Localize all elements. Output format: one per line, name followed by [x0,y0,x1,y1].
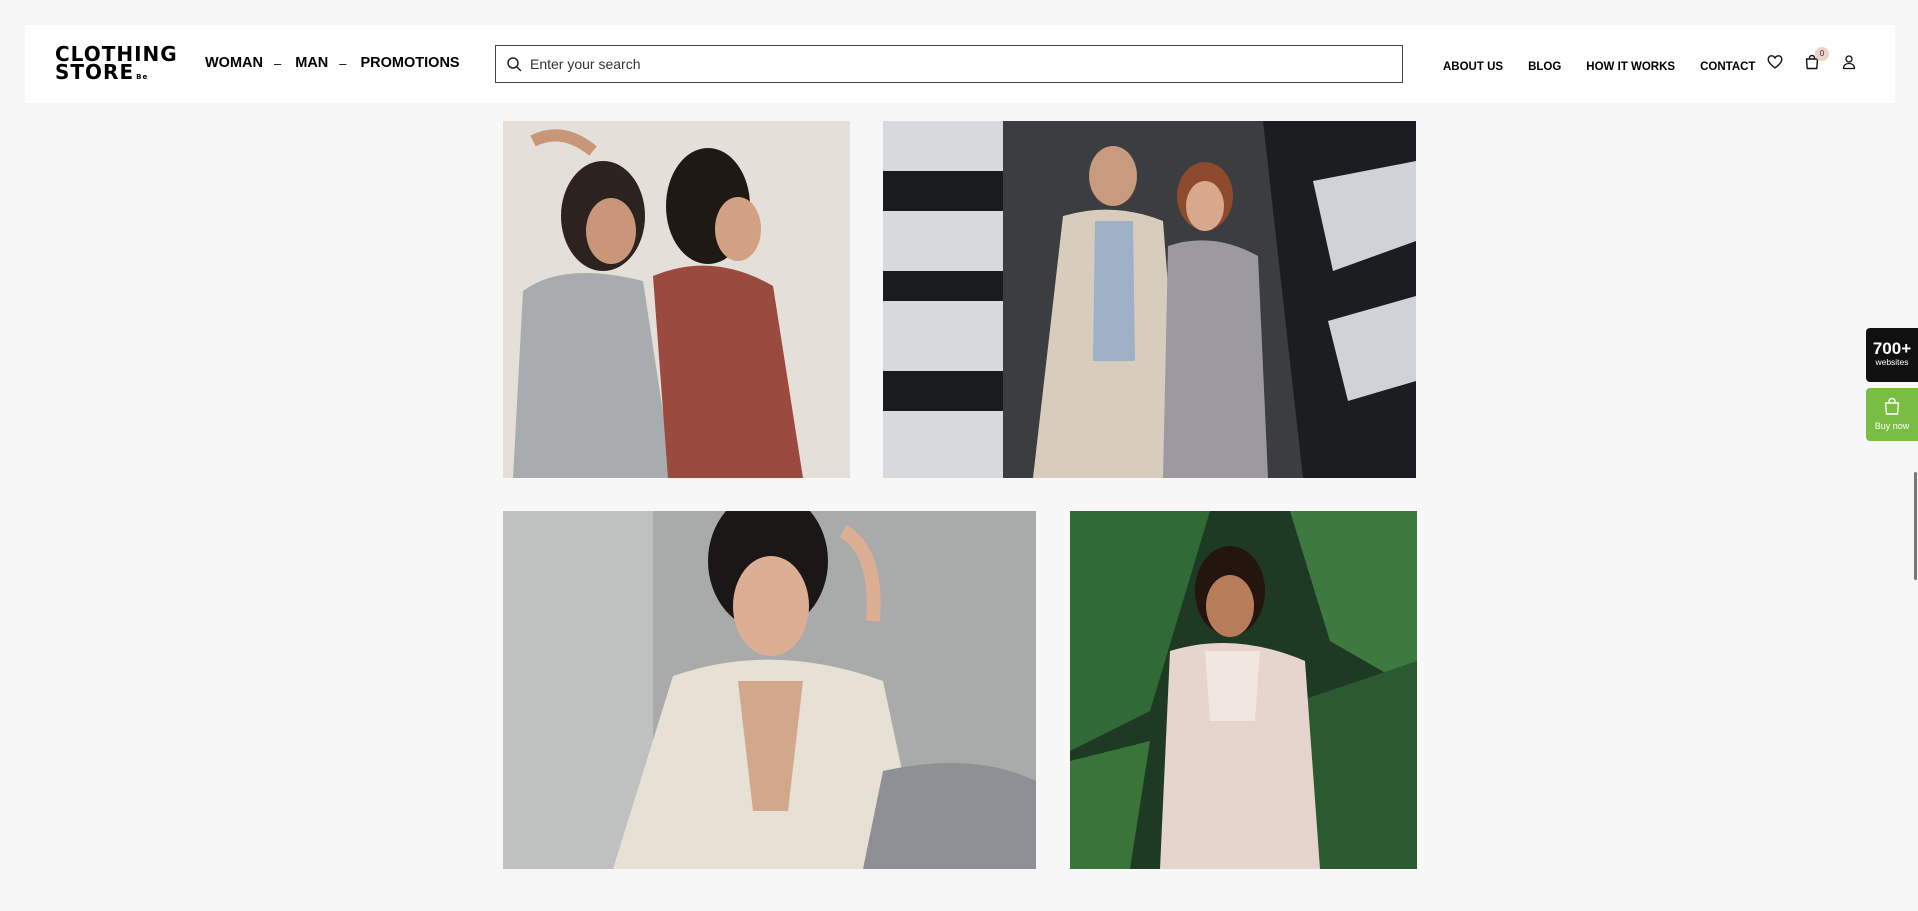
wishlist-button[interactable] [1765,51,1785,73]
nav-item-promotions[interactable]: PROMOTIONS [361,55,460,71]
photo-couple-in-trench-coats [883,121,1416,478]
page-scrollbar[interactable] [1914,472,1917,580]
search-icon[interactable] [506,56,522,72]
user-icon [1842,55,1856,70]
nav-link-blog[interactable]: BLOG [1528,61,1561,73]
nav-link-how-it-works[interactable]: HOW IT WORKS [1586,61,1675,73]
gallery-image-palm-leaves[interactable] [1070,511,1417,869]
main-nav: WOMAN – MAN – PROMOTIONS [205,55,460,71]
brand-suffix: Be [136,73,149,82]
submenu-indicator: – [339,55,347,71]
buy-now-label: Buy now [1874,421,1910,431]
websites-count-widget[interactable]: 700+ websites [1866,328,1918,382]
account-button[interactable] [1839,51,1859,73]
gallery-image-couple[interactable] [883,121,1416,478]
gallery-image-white-denim[interactable] [503,511,1036,869]
submenu-indicator: – [274,55,282,71]
nav-item-man[interactable]: MAN – [295,55,360,71]
heart-icon [1767,55,1783,69]
shopping-bag-icon [1884,397,1900,415]
site-header: CLOTHING STORE Be WOMAN – MAN – PROMOTION… [25,25,1895,103]
nav-link-about-us[interactable]: ABOUT US [1443,61,1503,73]
header-icons: 0 [1765,47,1876,73]
brand-line-2: STORE Be [55,60,149,85]
photo-woman-white-denim-jacket [503,511,1036,869]
cart-button[interactable]: 0 [1802,47,1829,73]
search-bar [495,45,1403,83]
cart-count-badge: 0 [1815,47,1829,61]
gallery-image-two-women[interactable] [503,121,850,478]
buy-now-widget[interactable]: Buy now [1866,388,1918,441]
secondary-nav: ABOUT US BLOG HOW IT WORKS CONTACT [1443,61,1780,73]
photo-two-women-back-to-back [503,121,850,478]
nav-item-woman[interactable]: WOMAN – [205,55,295,71]
websites-count: 700+ [1872,339,1912,358]
nav-link-contact[interactable]: CONTACT [1700,61,1755,73]
search-input[interactable] [530,56,1390,72]
photo-woman-among-palm-leaves [1070,511,1417,869]
websites-label: websites [1875,357,1909,367]
brand-logo[interactable]: CLOTHING STORE Be [55,44,177,85]
